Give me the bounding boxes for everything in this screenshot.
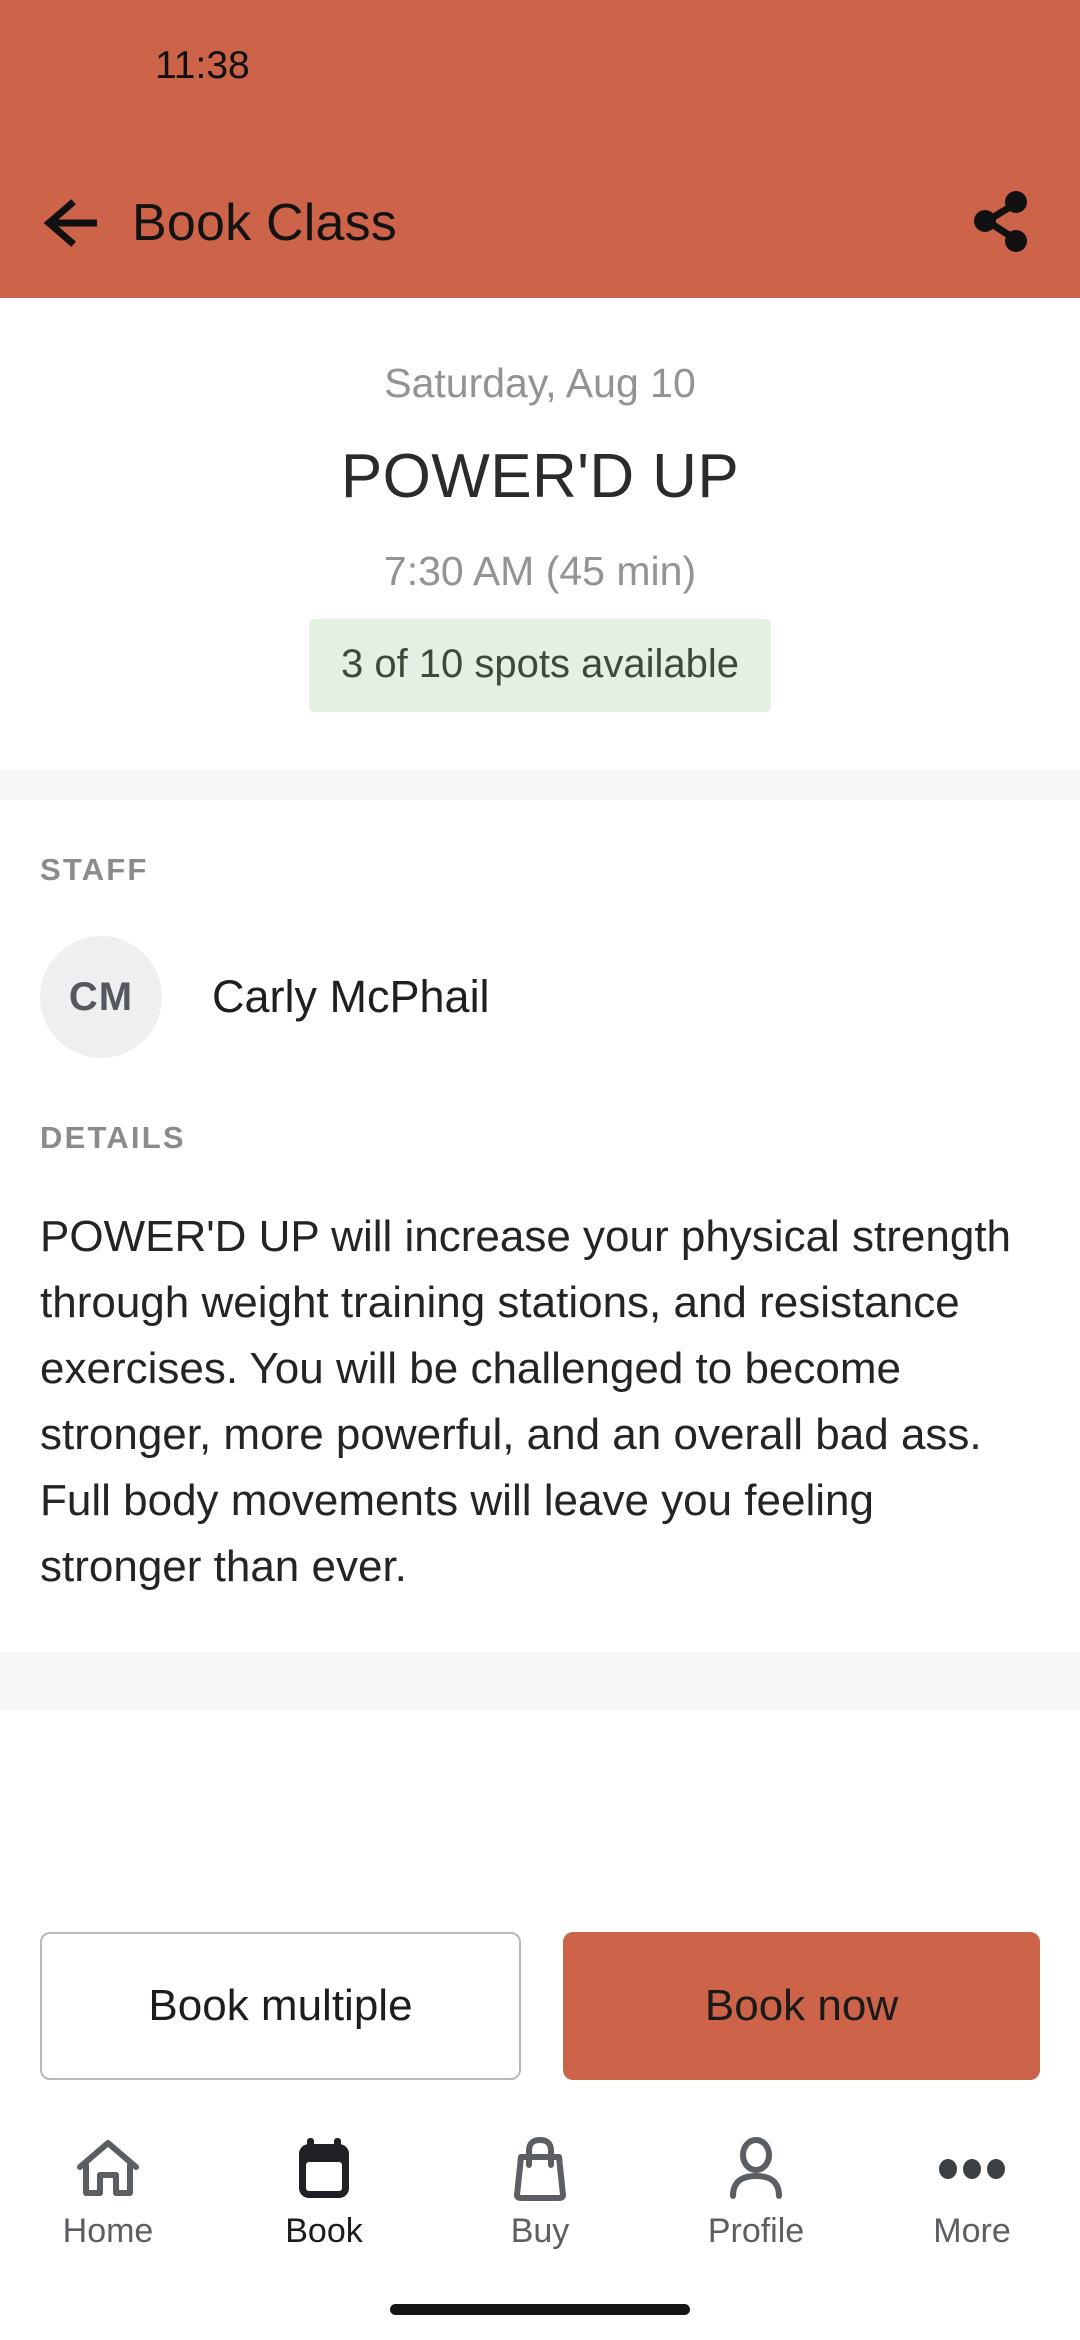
nav-label-more: More xyxy=(933,2212,1011,2250)
details-body: POWER'D UP will increase your physical s… xyxy=(40,1212,1012,1591)
section-divider-top xyxy=(0,770,1080,800)
book-multiple-button[interactable]: Book multiple xyxy=(40,1932,521,2080)
section-divider-bottom xyxy=(0,1652,1080,1710)
home-icon xyxy=(74,2132,142,2206)
nav-item-home[interactable]: Home xyxy=(8,2132,208,2251)
nav-label-home: Home xyxy=(62,2212,154,2250)
nav-label-buy: Buy xyxy=(510,2212,570,2250)
nav-item-profile[interactable]: Profile xyxy=(656,2132,856,2251)
spots-available-badge: 3 of 10 spots available xyxy=(308,619,772,712)
content-spacer xyxy=(0,1710,1080,1890)
availability-wrap: 3 of 10 spots available xyxy=(0,619,1080,712)
page-title: Book Class xyxy=(132,194,397,252)
staff-section: STAFF CM Carly McPhail DETAILS POWER'D U… xyxy=(0,800,1080,1652)
staff-section-label: STAFF xyxy=(40,852,149,887)
status-bar-clock: 11:38 xyxy=(155,44,250,87)
person-icon xyxy=(723,2132,789,2206)
bottom-navigation: Home Book Buy Profile More xyxy=(0,2118,1080,2278)
class-date: Saturday, Aug 10 xyxy=(384,360,696,406)
book-now-button[interactable]: Book now xyxy=(563,1932,1040,2080)
arrow-left-icon xyxy=(41,198,103,248)
action-bar: Book multiple Book now xyxy=(0,1890,1080,2118)
ellipsis-icon xyxy=(937,2132,1007,2206)
nav-label-book: Book xyxy=(285,2212,363,2250)
nav-item-more[interactable]: More xyxy=(872,2132,1072,2251)
app-bar: 11:38 Book Class xyxy=(0,0,1080,298)
home-indicator[interactable] xyxy=(390,2303,690,2315)
nav-item-buy[interactable]: Buy xyxy=(440,2132,640,2251)
calendar-icon xyxy=(293,2132,355,2206)
nav-label-profile: Profile xyxy=(707,2212,805,2250)
share-icon xyxy=(965,186,1035,261)
class-summary: Saturday, Aug 10 POWER'D UP 7:30 AM (45 … xyxy=(0,298,1080,770)
back-button[interactable] xyxy=(36,187,108,259)
staff-name: Carly McPhail xyxy=(212,971,490,1022)
app-screen: 11:38 Book Class Saturday, Aug 10 POWER'… xyxy=(0,0,1080,2340)
nav-item-book[interactable]: Book xyxy=(224,2132,424,2251)
avatar: CM xyxy=(40,936,162,1058)
staff-row[interactable]: CM Carly McPhail xyxy=(40,936,1040,1068)
class-name: POWER'D UP xyxy=(340,442,740,511)
app-bar-row: Book Class xyxy=(0,148,1080,298)
share-button[interactable] xyxy=(962,185,1038,261)
bag-icon xyxy=(507,2132,573,2206)
class-time: 7:30 AM (45 min) xyxy=(383,548,697,594)
status-bar: 11:38 xyxy=(0,0,1080,148)
home-indicator-area xyxy=(0,2278,1080,2340)
details-section-label: DETAILS xyxy=(40,1120,186,1155)
